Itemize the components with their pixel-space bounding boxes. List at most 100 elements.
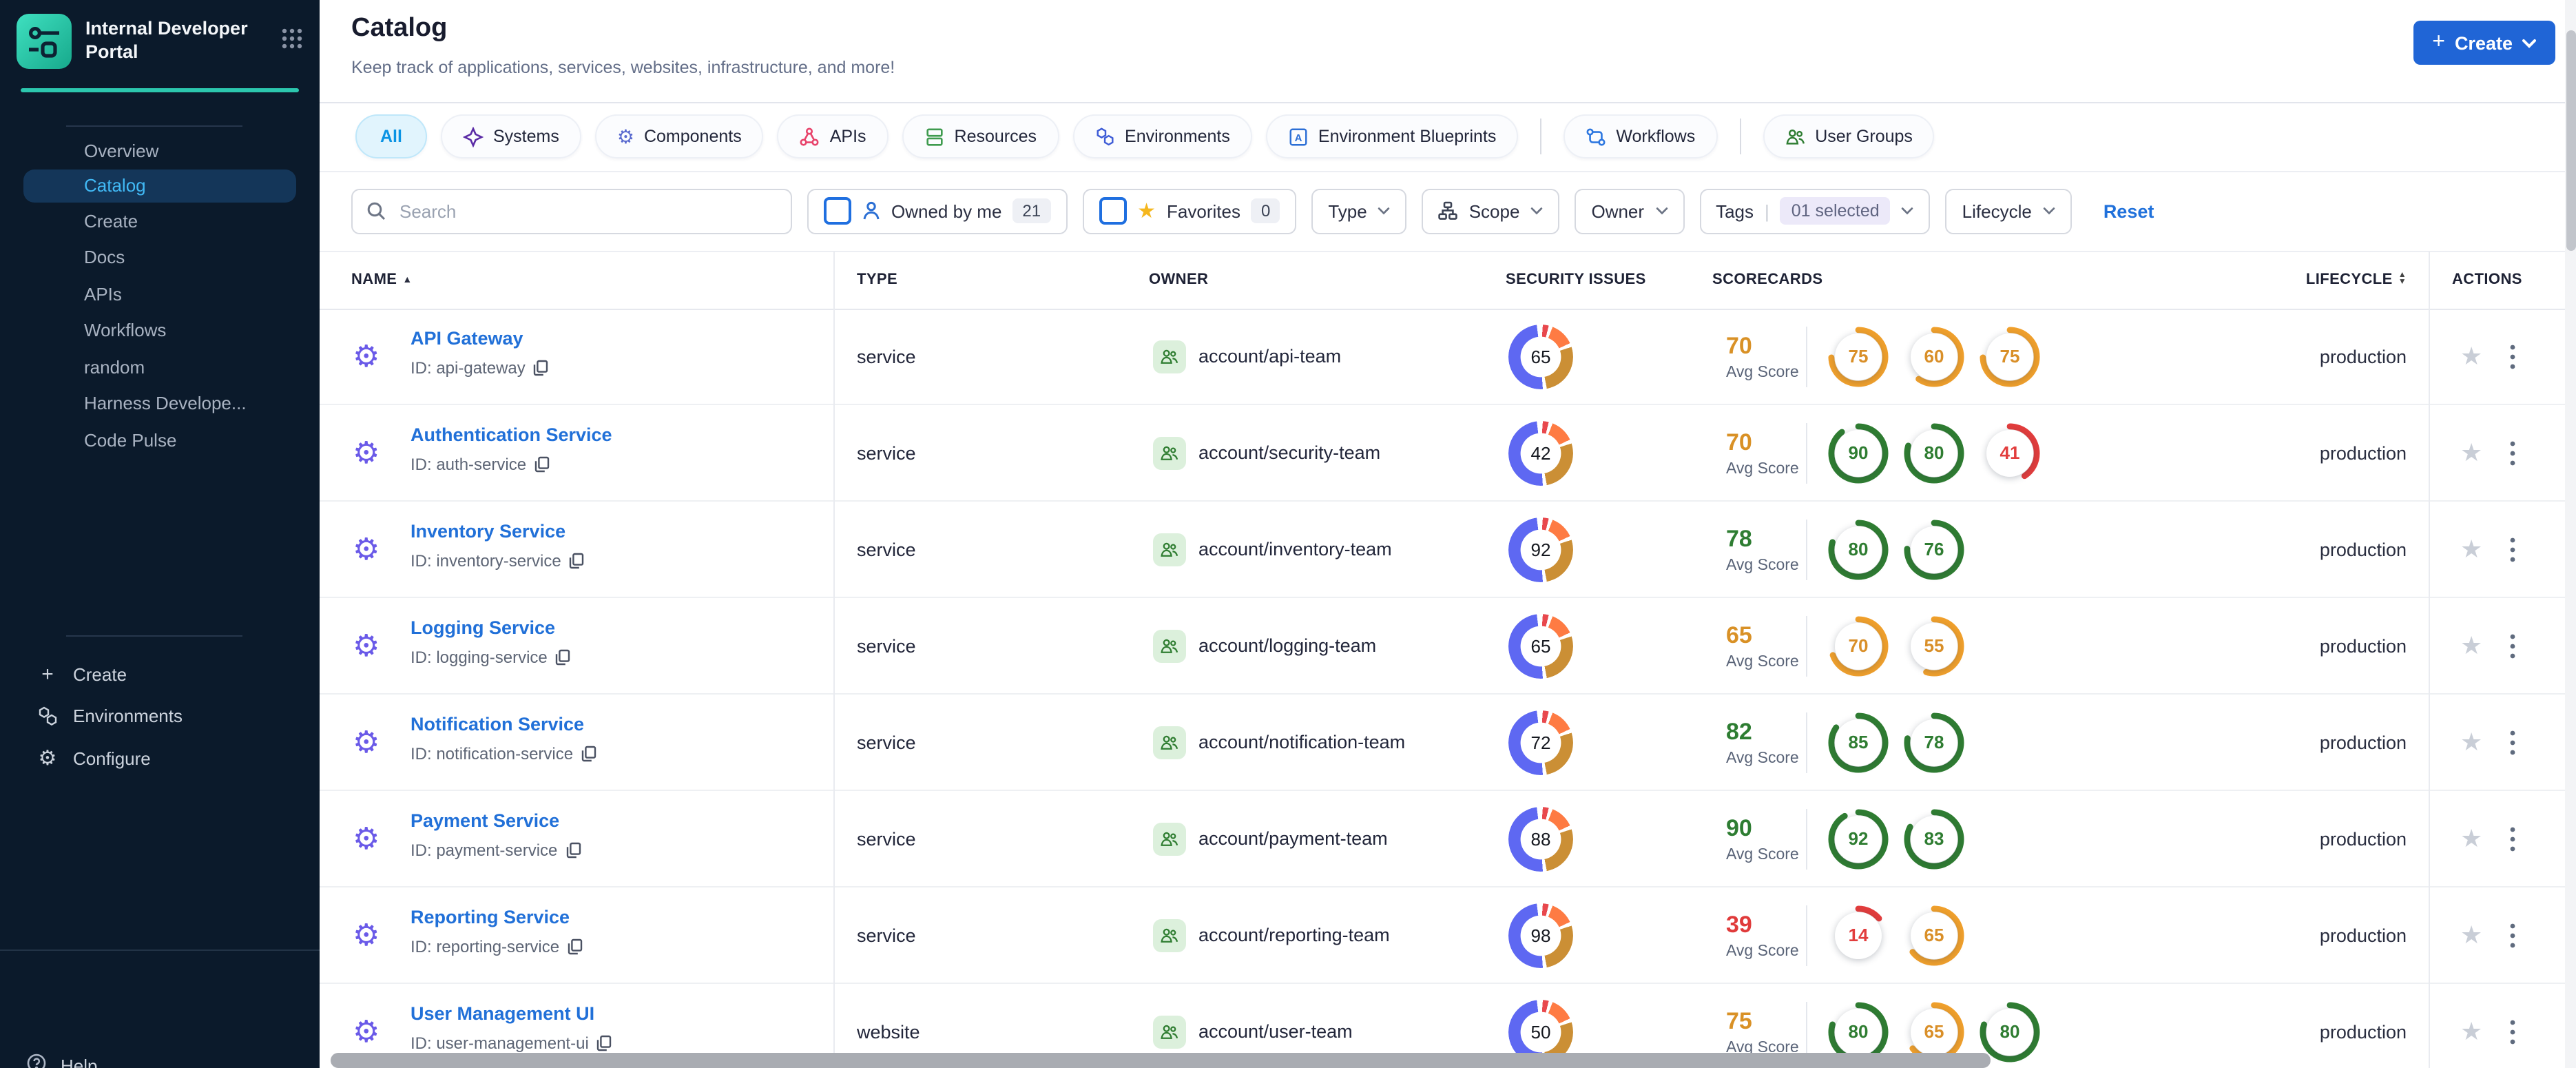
scorecard-ring[interactable]: 80 — [1904, 422, 1964, 483]
owner-name[interactable]: account/reporting-team — [1198, 925, 1390, 945]
scorecard-ring[interactable]: 70 — [1828, 615, 1889, 676]
scorecard-ring[interactable]: 90 — [1828, 422, 1889, 483]
favorite-star-button[interactable]: ★ — [2460, 535, 2482, 564]
tab-apis[interactable]: APIs — [777, 114, 889, 158]
sidebar-help-button[interactable]: Help — [0, 1045, 320, 1068]
vertical-scrollbar[interactable] — [2565, 0, 2576, 1068]
entity-name-link[interactable]: Logging Service — [411, 617, 555, 638]
create-button[interactable]: + Create — [2413, 21, 2555, 65]
row-menu-button[interactable] — [2510, 344, 2515, 369]
favorite-star-button[interactable]: ★ — [2460, 824, 2482, 853]
tab-environment-blueprints[interactable]: A Environment Blueprints — [1265, 114, 1519, 158]
copy-icon[interactable] — [597, 1035, 612, 1051]
copy-icon[interactable] — [581, 746, 596, 762]
sidebar-environments-button[interactable]: Environments — [0, 695, 320, 737]
tab-environments[interactable]: Environments — [1072, 114, 1252, 158]
row-menu-button[interactable] — [2510, 826, 2515, 851]
scorecard-ring[interactable]: 60 — [1904, 326, 1964, 387]
copy-icon[interactable] — [568, 938, 583, 955]
search-input[interactable] — [397, 199, 777, 223]
scorecard-ring[interactable]: 78 — [1904, 712, 1964, 772]
tab-all[interactable]: All — [355, 114, 427, 158]
scorecard-ring[interactable]: 80 — [1980, 1001, 2040, 1062]
search-box[interactable] — [351, 188, 792, 234]
lifecycle-filter-dropdown[interactable]: Lifecycle — [1945, 188, 2072, 234]
scorecard-ring[interactable]: 83 — [1904, 808, 1964, 869]
scorecard-ring[interactable]: 80 — [1828, 519, 1889, 579]
scorecard-ring[interactable]: 92 — [1828, 808, 1889, 869]
tab-workflows[interactable]: Workflows — [1564, 114, 1718, 158]
favorite-star-button[interactable]: ★ — [2460, 1017, 2482, 1046]
copy-icon[interactable] — [570, 553, 585, 569]
sidebar-item[interactable]: Docs — [0, 239, 320, 276]
scorecard-ring[interactable]: 41 — [1980, 422, 2040, 483]
scorecard-ring[interactable]: 75 — [1980, 326, 2040, 387]
scorecard-ring[interactable]: 65 — [1904, 905, 1964, 965]
favorite-star-button[interactable]: ★ — [2460, 631, 2482, 660]
entity-name-link[interactable]: Notification Service — [411, 714, 584, 735]
entity-name-link[interactable]: Authentication Service — [411, 424, 612, 445]
row-menu-button[interactable] — [2510, 633, 2515, 658]
favorite-star-button[interactable]: ★ — [2460, 342, 2482, 371]
entity-name-link[interactable]: Payment Service — [411, 810, 559, 831]
vertical-scrollbar-thumb[interactable] — [2566, 30, 2575, 251]
sidebar-item[interactable]: random — [0, 349, 320, 385]
copy-icon[interactable] — [556, 649, 571, 666]
owner-name[interactable]: account/payment-team — [1198, 828, 1388, 849]
horizontal-scrollbar[interactable] — [331, 1053, 1991, 1068]
sidebar-item[interactable]: Catalog — [23, 169, 296, 203]
row-menu-button[interactable] — [2510, 923, 2515, 947]
sidebar-item[interactable]: Workflows — [0, 312, 320, 349]
owner-name[interactable]: account/api-team — [1198, 346, 1341, 367]
tab-resources[interactable]: Resources — [902, 114, 1059, 158]
favorites-filter[interactable]: ★ Favorites 0 — [1082, 188, 1297, 234]
owned-by-me-filter[interactable]: Owned by me 21 — [807, 188, 1068, 234]
row-menu-button[interactable] — [2510, 1019, 2515, 1044]
scorecard-ring[interactable]: 85 — [1828, 712, 1889, 772]
favorite-star-button[interactable]: ★ — [2460, 728, 2482, 757]
entity-name-link[interactable]: Reporting Service — [411, 907, 570, 927]
owner-name[interactable]: account/security-team — [1198, 442, 1380, 463]
favorite-star-button[interactable]: ★ — [2460, 921, 2482, 949]
copy-icon[interactable] — [565, 842, 581, 859]
tags-filter-dropdown[interactable]: Tags | 01 selected — [1699, 188, 1931, 234]
star-icon: ★ — [1137, 200, 1156, 223]
sidebar-item[interactable]: Code Pulse — [0, 422, 320, 458]
sidebar-item[interactable]: Create — [0, 203, 320, 239]
sidebar-item[interactable]: Harness Develope... — [0, 385, 320, 422]
favorite-star-button[interactable]: ★ — [2460, 438, 2482, 467]
owner-name[interactable]: account/notification-team — [1198, 732, 1405, 752]
apps-grid-icon[interactable] — [281, 27, 303, 56]
tab-user-groups[interactable]: User Groups — [1763, 114, 1935, 158]
sidebar-create-button[interactable]: + Create — [0, 653, 320, 695]
entity-name-link[interactable]: User Management UI — [411, 1003, 594, 1024]
scorecard-ring[interactable]: 55 — [1904, 615, 1964, 676]
entity-name-link[interactable]: API Gateway — [411, 328, 523, 349]
owned-by-me-checkbox[interactable] — [824, 197, 851, 225]
tab-systems[interactable]: Systems — [440, 114, 581, 158]
owner-filter-dropdown[interactable]: Owner — [1575, 188, 1685, 234]
row-menu-button[interactable] — [2510, 537, 2515, 562]
name-cell: Logging Service ID: logging-service — [411, 616, 571, 667]
favorites-checkbox[interactable] — [1099, 197, 1127, 225]
row-menu-button[interactable] — [2510, 440, 2515, 465]
owner-name[interactable]: account/user-team — [1198, 1021, 1353, 1042]
entity-name-link[interactable]: Inventory Service — [411, 521, 565, 542]
row-menu-button[interactable] — [2510, 730, 2515, 754]
sidebar-item[interactable]: APIs — [0, 276, 320, 312]
scorecard-ring[interactable]: 14 — [1828, 905, 1889, 965]
sidebar-configure-button[interactable]: ⚙ Configure — [0, 737, 320, 779]
column-header-lifecycle[interactable]: LIFECYCLE ▲ ▼ — [2306, 271, 2407, 288]
scope-filter-dropdown[interactable]: Scope — [1422, 188, 1560, 234]
scorecard-ring[interactable]: 75 — [1828, 326, 1889, 387]
scorecard-ring[interactable]: 76 — [1904, 519, 1964, 579]
copy-icon[interactable] — [534, 456, 550, 473]
reset-filters-link[interactable]: Reset — [2104, 201, 2154, 221]
copy-icon[interactable] — [534, 360, 549, 376]
type-filter-dropdown[interactable]: Type — [1311, 188, 1407, 234]
owner-name[interactable]: account/inventory-team — [1198, 539, 1392, 559]
column-header-name[interactable]: NAME ▲ — [351, 271, 413, 288]
sidebar-item[interactable]: Overview — [0, 132, 320, 169]
owner-name[interactable]: account/logging-team — [1198, 635, 1376, 656]
tab-components[interactable]: ⚙ Components — [594, 114, 764, 158]
